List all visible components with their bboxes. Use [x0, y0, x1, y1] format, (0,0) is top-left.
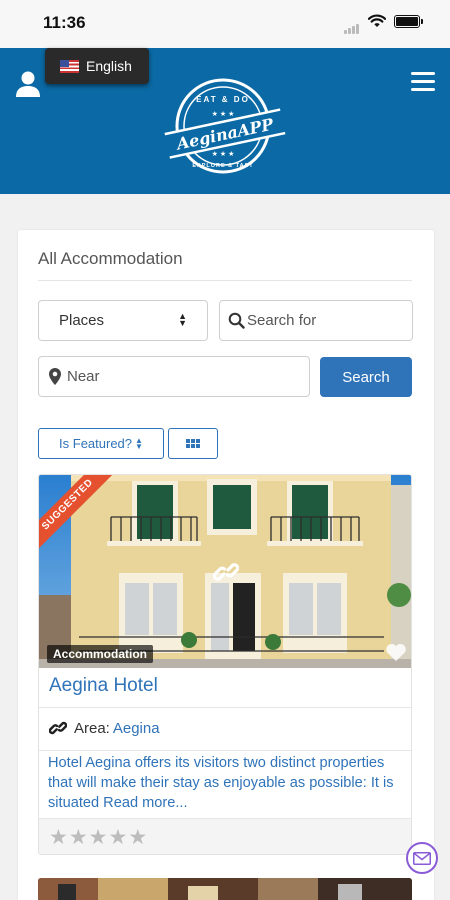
- listing-photo[interactable]: SUGGESTED Accommodation: [39, 475, 411, 668]
- category-badge[interactable]: Accommodation: [47, 645, 154, 663]
- status-bar: 11:36: [0, 0, 450, 48]
- grid-icon: [186, 439, 200, 448]
- hamburger-menu-icon[interactable]: [411, 72, 435, 92]
- search-button[interactable]: Search: [320, 357, 412, 397]
- svg-text:★ ★ ★: ★ ★ ★: [212, 150, 235, 158]
- map-marker-icon: [49, 368, 61, 385]
- search-icon: [228, 312, 245, 329]
- star-icon: ★: [108, 826, 128, 849]
- wifi-icon: [367, 14, 387, 33]
- search-input[interactable]: Search for: [219, 300, 413, 341]
- listing-area: Area: Aegina: [49, 719, 160, 737]
- user-icon[interactable]: [15, 70, 41, 98]
- listing-title[interactable]: Aegina Hotel: [49, 675, 158, 697]
- star-icon: ★: [68, 826, 88, 849]
- link-icon: [49, 721, 67, 735]
- near-placeholder: Near: [67, 368, 100, 385]
- near-input[interactable]: Near: [38, 356, 310, 397]
- svg-text:EXPLORE & TAST: EXPLORE & TAST: [192, 163, 253, 169]
- places-label: Places: [59, 312, 105, 329]
- area-link[interactable]: Aegina: [113, 720, 160, 737]
- app-header: English EAT & DO ★ ★ ★ AeginaAPP ★ ★ ★ E…: [0, 48, 450, 194]
- search-placeholder: Search for: [247, 312, 317, 329]
- mail-button[interactable]: [406, 842, 438, 874]
- svg-text:EAT & DO: EAT & DO: [196, 95, 250, 104]
- link-icon[interactable]: [212, 559, 240, 590]
- heart-icon[interactable]: [385, 643, 407, 667]
- language-selector[interactable]: English: [45, 48, 149, 84]
- featured-label: Is Featured?: [59, 436, 133, 451]
- status-time: 11:36: [43, 13, 86, 32]
- mail-icon: [413, 851, 431, 865]
- listing-card[interactable]: SUGGESTED Accommodation Aegina Hotel Are…: [38, 474, 412, 855]
- divider: [38, 280, 412, 281]
- rating-stars: ★★★★★: [39, 819, 411, 854]
- svg-text:★ ★ ★: ★ ★ ★: [212, 110, 235, 118]
- star-icon: ★: [128, 826, 148, 849]
- grid-view-button[interactable]: [168, 428, 218, 459]
- area-label: Area:: [74, 719, 110, 737]
- us-flag-icon: [60, 59, 79, 73]
- divider: [39, 750, 411, 751]
- divider: [39, 707, 411, 708]
- listing-description[interactable]: Hotel Aegina offers its visitors two dis…: [48, 753, 406, 813]
- battery-icon: [394, 15, 423, 28]
- star-icon: ★: [88, 826, 108, 849]
- is-featured-sort-button[interactable]: Is Featured? ▲ ▼: [38, 428, 164, 459]
- accommodation-card: All Accommodation Places ▲ ▼ Search for N…: [18, 230, 434, 900]
- page-title: All Accommodation: [38, 249, 183, 268]
- language-label: English: [86, 58, 132, 74]
- aegina-app-logo: EAT & DO ★ ★ ★ AeginaAPP ★ ★ ★ EXPLORE &…: [160, 72, 290, 185]
- places-select[interactable]: Places ▲ ▼: [38, 300, 208, 341]
- star-icon: ★: [49, 826, 68, 849]
- signal-icon: [344, 16, 360, 34]
- select-arrows-icon: ▲ ▼: [178, 311, 187, 328]
- sort-arrows-icon: ▲ ▼: [135, 435, 143, 451]
- listing-card-next[interactable]: [38, 878, 412, 900]
